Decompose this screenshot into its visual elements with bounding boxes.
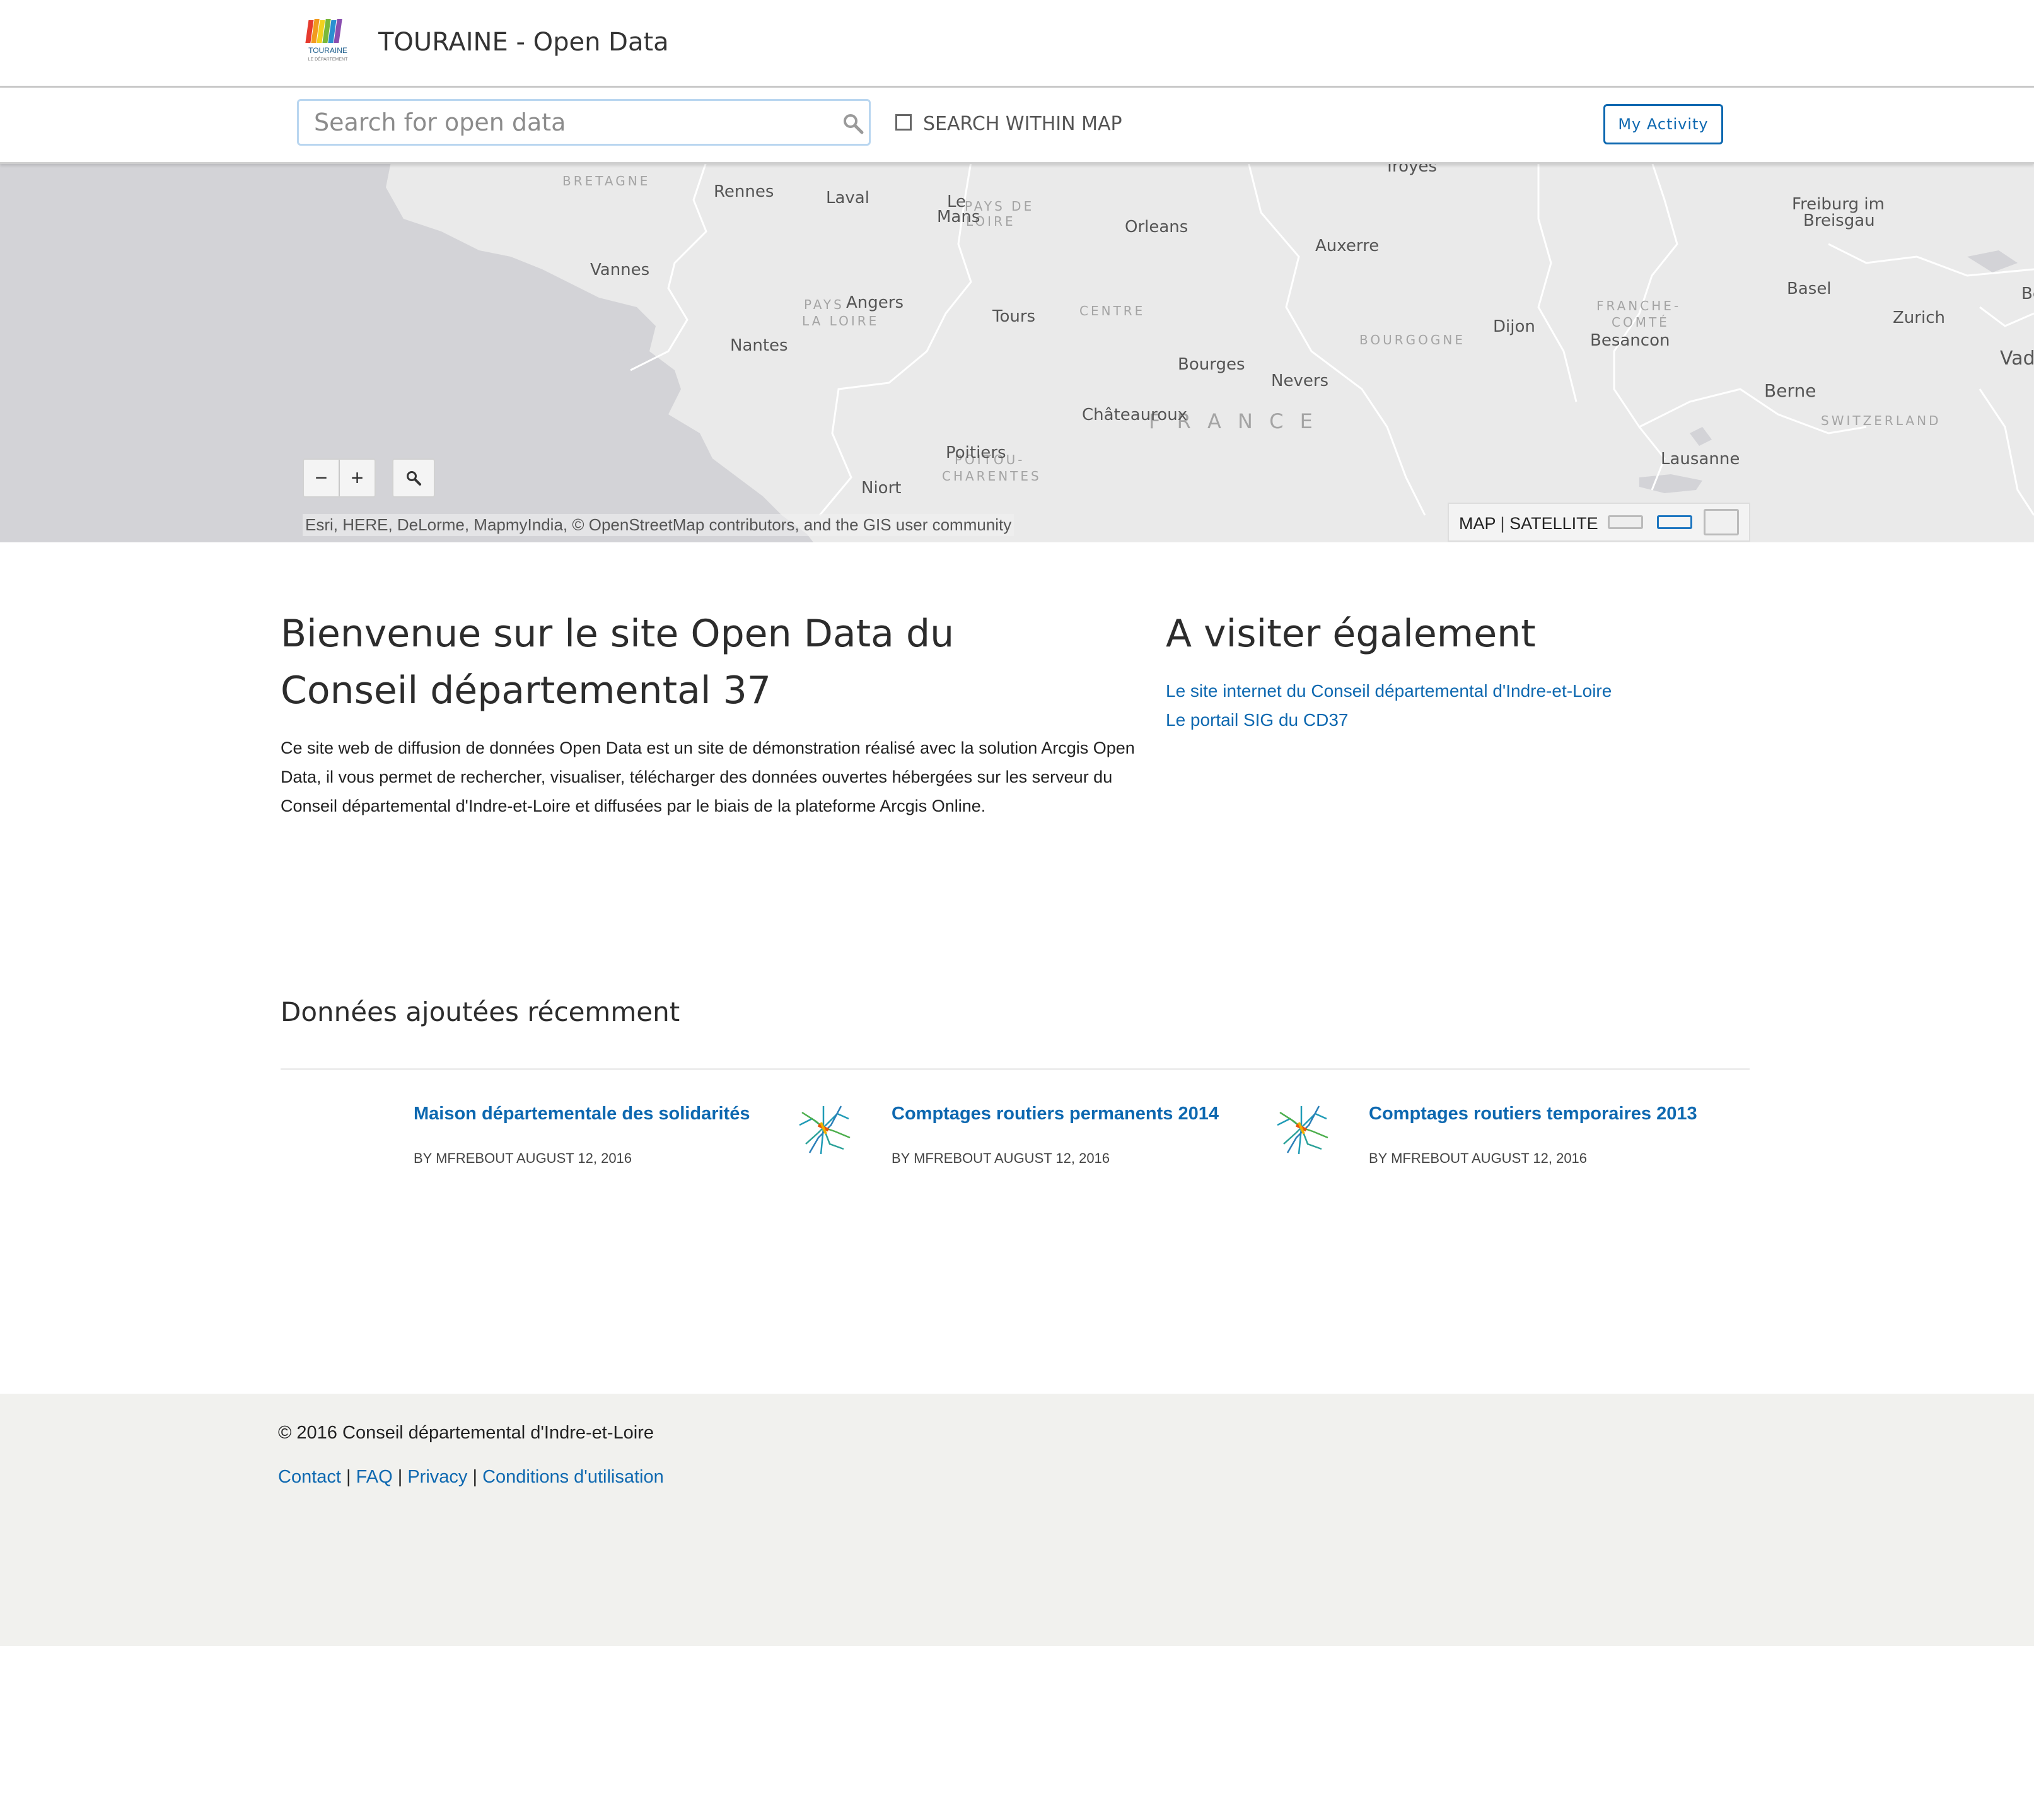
footer-link-conditions[interactable]: Conditions d'utilisation [482,1467,664,1487]
basemap-swatch-light[interactable] [1608,515,1643,529]
region-label: BOURGOGNE [1359,332,1465,347]
map-view[interactable]: BRETAGNE PAYS DE LOIRE PAYS LA LOIRE CEN… [0,162,2034,542]
svg-text:TOURAINE: TOURAINE [308,46,347,55]
zoom-in-button[interactable]: + [339,460,375,496]
city-label: Laval [826,189,869,207]
country-label: SWITZERLAND [1821,413,1941,428]
city-label: Auxerre [1315,236,1380,255]
city-label: Breisgau [1803,211,1875,230]
map-attribution: Esri, HERE, DeLorme, MapmyIndia, © OpenS… [303,514,1014,536]
region-label: CENTRE [1079,303,1146,318]
svg-text:LE DÉPARTEMENT: LE DÉPARTEMENT [308,56,348,62]
basemap-map-option[interactable]: MAP [1459,514,1496,533]
magnifier-icon [407,471,421,486]
divider [281,1068,1750,1070]
city-label: Niort [861,479,902,498]
welcome-text: Ce site web de diffusion de données Open… [281,738,1135,815]
dataset-title[interactable]: Comptages routiers permanents 2014 [892,1104,1219,1124]
dataset-meta: BY MFREBOUT AUGUST 12, 2016 [892,1150,1110,1166]
city-label: Besancon [1590,331,1670,350]
site-title[interactable]: TOURAINE - Open Data [378,28,669,57]
basemap-swatch-selected[interactable] [1657,515,1692,529]
footer-links: Contact | FAQ | Privacy | Conditions d'u… [278,1467,664,1488]
cd37-website-link[interactable]: Le site internet du Conseil départementa… [1166,681,1612,701]
dataset-thumbnail[interactable] [1271,1100,1332,1160]
footer-separator: | [397,1467,403,1487]
dataset-meta: BY MFREBOUT AUGUST 12, 2016 [1369,1150,1588,1166]
city-label: Vannes [590,260,650,279]
footer-link-faq[interactable]: FAQ [356,1467,393,1487]
search-input[interactable] [297,99,871,146]
city-label: Poitiers [946,443,1006,462]
region-label: BRETAGNE [562,173,651,189]
region-label: COMTÉ [1612,315,1670,330]
footer-separator: | [346,1467,351,1487]
city-label: Angers [846,293,904,312]
region-label: CHARENTES [942,469,1042,484]
city-label: Troyes [1385,162,1438,176]
dataset-thumbnail[interactable] [793,1100,854,1160]
city-label: Tours [992,307,1036,326]
city-label: Bourges [1178,355,1245,374]
footer-separator: | [472,1467,477,1487]
city-label: Nantes [730,336,788,355]
city-label: Zurich [1893,308,1945,327]
map-search-button[interactable] [392,458,435,498]
zoom-control: − + [303,458,376,498]
city-label: Dijon [1493,317,1535,336]
region-label: LA LOIRE [802,313,880,329]
dataset-meta: BY MFREBOUT AUGUST 12, 2016 [414,1150,632,1166]
city-label: Lausanne [1661,450,1740,469]
basemap-separator: | [1500,514,1505,533]
region-label: FRANCHE- [1596,298,1682,313]
cd37-sig-portal-link[interactable]: Le portail SIG du CD37 [1166,710,1349,730]
welcome-title: Bienvenue sur le site Open Data du Conse… [281,612,955,713]
footer-link-privacy[interactable]: Privacy [407,1467,467,1487]
footer-link-contact[interactable]: Contact [278,1467,341,1487]
basemap-swatch-gray[interactable] [1704,509,1739,535]
basemap-satellite-option[interactable]: SATELLITE [1509,514,1598,533]
city-label: Berne [1764,380,1816,401]
city-label: Nevers [1271,371,1329,390]
city-label: Mans [937,207,980,226]
also-visit-title: A visiter également [1166,612,1536,656]
footer-copyright: © 2016 Conseil départemental d'Indre-et-… [278,1423,654,1443]
dataset-title[interactable]: Maison départementale des solidarités [414,1104,750,1124]
search-within-map-label[interactable]: SEARCH WITHIN MAP [923,113,1122,135]
dataset-title[interactable]: Comptages routiers temporaires 2013 [1369,1104,1697,1124]
city-label: Rennes [714,182,774,201]
city-label: Orleans [1125,218,1188,236]
search-bar: SEARCH WITHIN MAP My Activity [0,88,2034,164]
basemap-toggle: MAP | SATELLITE [1448,503,1750,542]
region-label: PAYS [804,297,844,312]
touraine-logo[interactable]: TOURAINE LE DÉPARTEMENT [303,18,353,64]
city-label: Vad [2000,347,2034,370]
city-label: Be [2021,284,2034,303]
city-label: Châteauroux [1082,405,1188,424]
city-label: Basel [1787,279,1832,298]
my-activity-button[interactable]: My Activity [1603,104,1723,144]
zoom-out-button[interactable]: − [304,460,339,496]
site-header: TOURAINE LE DÉPARTEMENT TOURAINE - Open … [0,0,2034,88]
search-icon[interactable] [842,113,864,134]
site-footer: © 2016 Conseil départemental d'Indre-et-… [0,1394,2034,1646]
search-within-map-checkbox[interactable] [895,114,912,131]
recent-data-title: Données ajoutées récemment [281,996,680,1027]
